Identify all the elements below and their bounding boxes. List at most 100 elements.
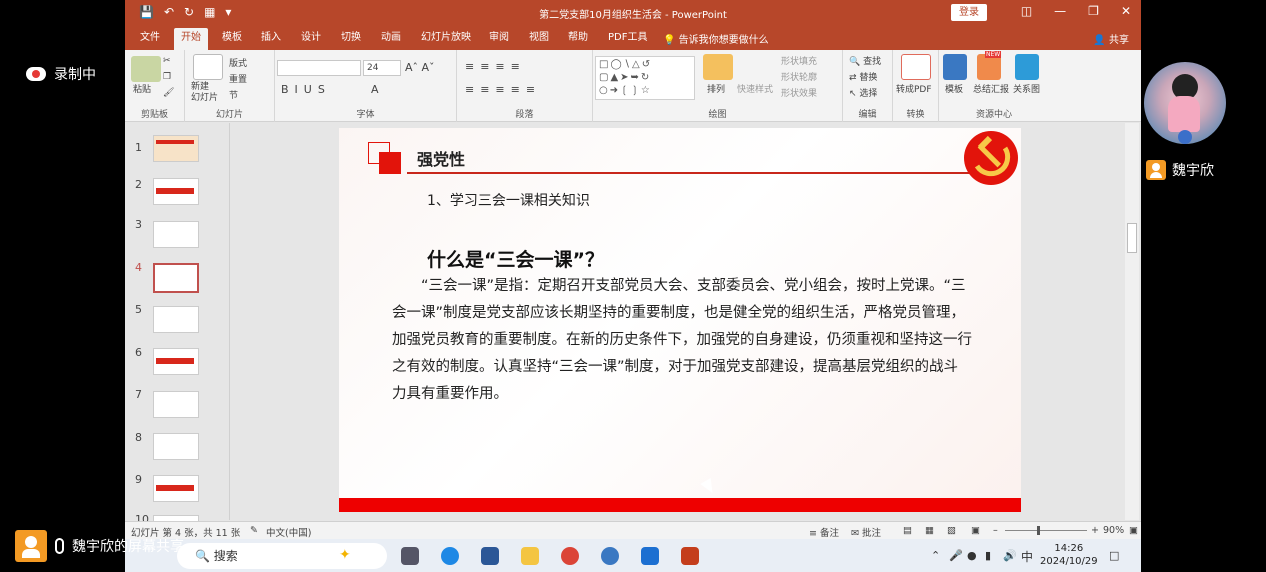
- slide-heading[interactable]: 强党性: [417, 146, 465, 170]
- tab-design[interactable]: 设计: [294, 30, 328, 50]
- pdf-icon[interactable]: [901, 54, 931, 80]
- task-view-icon[interactable]: [401, 547, 419, 565]
- font-name-input[interactable]: [277, 60, 361, 76]
- relation-icon[interactable]: [1015, 54, 1039, 80]
- chrome-icon[interactable]: [561, 547, 579, 565]
- slide-thumbnail-2[interactable]: [153, 178, 199, 205]
- battery-icon[interactable]: ▮: [985, 549, 991, 562]
- shape-outline-button[interactable]: 形状轮廓: [781, 70, 817, 83]
- font-color-icon[interactable]: A: [371, 83, 379, 96]
- zoom-in-button[interactable]: +: [1091, 525, 1099, 536]
- share-button[interactable]: 👤 共享: [1093, 31, 1129, 46]
- edge-icon[interactable]: [441, 547, 459, 565]
- shape-fill-button[interactable]: 形状填充: [781, 54, 817, 67]
- slide-thumbnail-6[interactable]: [153, 348, 199, 375]
- align-icons[interactable]: ≡≡≡≡≡: [465, 83, 541, 96]
- tab-help[interactable]: 帮助: [561, 30, 595, 50]
- scrollbar-thumb[interactable]: [1127, 223, 1137, 253]
- normal-view-icon[interactable]: ▤: [903, 525, 912, 536]
- tray-mic-icon[interactable]: 🎤: [949, 549, 963, 562]
- slide-thumbnail-9[interactable]: [153, 475, 199, 502]
- font-style-icons[interactable]: BIUS: [281, 83, 331, 96]
- copilot-sparkle-icon[interactable]: ✦: [339, 547, 357, 565]
- spellcheck-icon[interactable]: ✎: [250, 525, 258, 536]
- tab-insert[interactable]: 插入: [254, 30, 288, 50]
- tab-transitions[interactable]: 切换: [334, 30, 368, 50]
- login-button[interactable]: 登录: [951, 4, 987, 21]
- slide-subheading[interactable]: 1、学习三会一课相关知识: [427, 190, 590, 210]
- format-painter-icon[interactable]: 🖌: [163, 88, 174, 98]
- layout-button[interactable]: 版式: [229, 56, 247, 69]
- reading-view-icon[interactable]: ▧: [947, 525, 956, 536]
- shape-effect-button[interactable]: 形状效果: [781, 86, 817, 99]
- summary-label[interactable]: 总结汇报: [973, 82, 1009, 95]
- tab-pdf-tools[interactable]: PDF工具: [601, 30, 654, 50]
- slide-thumbnail-8[interactable]: [153, 433, 199, 460]
- reset-button[interactable]: 重置: [229, 72, 247, 85]
- slide-thumbnail-4[interactable]: [153, 263, 199, 293]
- grow-font-icon[interactable]: Aˆ Aˇ: [405, 61, 435, 74]
- replace-button[interactable]: ⇄ 替换: [849, 70, 877, 83]
- arrange-icon[interactable]: [703, 54, 733, 80]
- slide-question[interactable]: 什么是“三会一课”？: [427, 245, 604, 272]
- slide-thumbnail-1[interactable]: [153, 135, 199, 162]
- slide-thumbnail-5[interactable]: [153, 306, 199, 333]
- close-icon[interactable]: ✕: [1121, 4, 1131, 18]
- language-indicator[interactable]: 中文(中国): [266, 525, 311, 539]
- current-slide[interactable]: 强党性 1、学习三会一课相关知识 什么是“三会一课”？ “三会一课”是指：定期召…: [339, 128, 1021, 512]
- tray-app-icon[interactable]: ●: [967, 549, 977, 562]
- shapes-gallery[interactable]: □◯∖△↺ ▢▲➤➥↻ ○➜❲❳☆: [595, 56, 695, 100]
- comments-button[interactable]: ✉ 批注: [851, 525, 881, 539]
- powerpoint-taskbar-icon[interactable]: [681, 547, 699, 565]
- ribbon-display-icon[interactable]: ◫: [1021, 4, 1032, 18]
- meeting-app-icon[interactable]: [641, 547, 659, 565]
- taskbar-clock[interactable]: 14:26 2024/10/29: [1040, 542, 1098, 568]
- vertical-scrollbar[interactable]: [1125, 123, 1139, 520]
- minimize-icon[interactable]: —: [1054, 4, 1066, 18]
- tab-slideshow[interactable]: 幻灯片放映: [414, 30, 478, 50]
- slide-body-text[interactable]: “三会一课”是指：定期召开支部党员大会、支部委员会、党小组会，按时上党课。“三会…: [392, 273, 972, 408]
- new-slide-label[interactable]: 新建 幻灯片: [191, 82, 218, 104]
- ribbon-tabs: 文件 开始 模板 插入 设计 切换 动画 幻灯片放映 审阅 视图 帮助 PDF工…: [125, 26, 1141, 50]
- zoom-slider[interactable]: [1005, 530, 1087, 531]
- file-explorer-icon[interactable]: [521, 547, 539, 565]
- fit-slide-icon[interactable]: ▣: [1129, 525, 1138, 536]
- tab-animations[interactable]: 动画: [374, 30, 408, 50]
- font-size-input[interactable]: 24: [363, 60, 401, 76]
- tray-overflow-icon[interactable]: ⌃: [931, 549, 940, 562]
- tell-me-search[interactable]: 💡 告诉我你想要做什么: [663, 31, 769, 46]
- tab-view[interactable]: 视图: [522, 30, 556, 50]
- zoom-out-button[interactable]: –: [993, 525, 998, 536]
- zoom-slider-handle[interactable]: [1037, 526, 1040, 535]
- tab-template[interactable]: 模板: [215, 30, 249, 50]
- select-button[interactable]: ↖ 选择: [849, 86, 877, 99]
- ime-indicator[interactable]: 中: [1021, 548, 1033, 565]
- section-button[interactable]: 节: [229, 88, 238, 101]
- find-button[interactable]: 🔍 查找: [849, 54, 881, 67]
- cut-icon[interactable]: ✂: [163, 56, 171, 66]
- relation-label[interactable]: 关系图: [1013, 82, 1040, 95]
- search-app-icon[interactable]: [601, 547, 619, 565]
- slide-thumbnail-7[interactable]: [153, 391, 199, 418]
- slide-thumbnail-3[interactable]: [153, 221, 199, 248]
- slideshow-icon[interactable]: ▣: [971, 525, 980, 536]
- participant-avatar[interactable]: [1144, 62, 1226, 144]
- copy-icon[interactable]: ❐: [163, 72, 171, 82]
- store-icon[interactable]: [481, 547, 499, 565]
- tab-home[interactable]: 开始: [174, 28, 208, 50]
- template-icon[interactable]: [943, 54, 967, 80]
- volume-icon[interactable]: 🔊: [1003, 549, 1017, 562]
- notification-icon[interactable]: □: [1109, 549, 1119, 562]
- slide-sorter-icon[interactable]: ▦: [925, 525, 934, 536]
- quick-styles-label[interactable]: 快速样式: [737, 82, 773, 95]
- tab-review[interactable]: 审阅: [482, 30, 516, 50]
- paste-icon[interactable]: [131, 56, 161, 82]
- notes-button[interactable]: ≡ 备注: [809, 525, 839, 539]
- zoom-level[interactable]: 90%: [1103, 525, 1124, 536]
- to-pdf-label[interactable]: 转成PDF: [896, 82, 932, 95]
- template-label[interactable]: 模板: [945, 82, 963, 95]
- maximize-icon[interactable]: ❐: [1088, 4, 1099, 18]
- list-icons[interactable]: ≡≡≡≡: [465, 60, 526, 73]
- tab-file[interactable]: 文件: [133, 30, 167, 50]
- new-slide-icon[interactable]: [193, 54, 223, 80]
